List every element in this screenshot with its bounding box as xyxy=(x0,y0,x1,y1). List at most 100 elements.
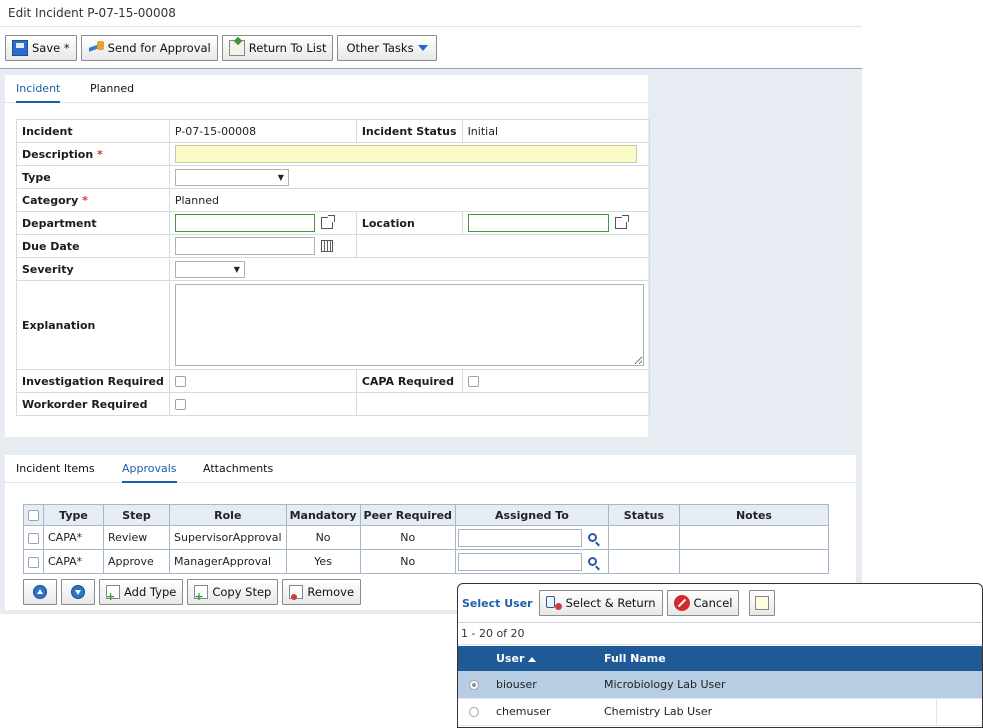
chevron-down-icon xyxy=(417,45,428,51)
return-to-list-button[interactable]: Return To List xyxy=(221,35,334,61)
tab-incident[interactable]: Incident xyxy=(16,82,61,103)
workorder-required-checkbox[interactable] xyxy=(174,399,186,410)
column-header[interactable]: Role xyxy=(169,504,287,526)
arrow-up-icon xyxy=(33,585,47,599)
add-icon xyxy=(106,585,120,603)
select-all-checkbox[interactable] xyxy=(28,510,39,521)
incident-status-value: Initial xyxy=(461,119,650,143)
table-row[interactable]: chemuser Chemistry Lab User xyxy=(458,698,982,726)
column-header[interactable]: Status xyxy=(607,504,680,526)
user-cell: biouser xyxy=(490,671,598,699)
tab-incident-items[interactable]: Incident Items xyxy=(16,462,95,481)
remove-button[interactable]: Remove xyxy=(282,579,362,605)
category-label-text: Category xyxy=(22,193,79,207)
add-type-button[interactable]: Add Type xyxy=(99,579,184,605)
table-row: CAPA* Approve ManagerApproval Yes No xyxy=(23,549,830,574)
save-icon xyxy=(12,40,28,56)
column-header[interactable]: Notes xyxy=(678,504,830,526)
description-label-text: Description xyxy=(22,147,94,161)
note-icon xyxy=(755,596,770,610)
assigned-to-input[interactable] xyxy=(457,528,582,547)
title-divider xyxy=(0,26,862,27)
search-icon[interactable] xyxy=(587,533,597,542)
toolbar: Save * Send for Approval Return To List … xyxy=(5,35,437,61)
return-list-icon xyxy=(228,40,245,56)
user-cell: chemuser xyxy=(490,698,598,726)
column-header[interactable]: Step xyxy=(103,504,170,526)
remove-label: Remove xyxy=(307,585,355,599)
capa-required-checkbox[interactable] xyxy=(467,376,479,387)
description-label: Description * xyxy=(16,142,170,166)
mandatory-cell: No xyxy=(285,525,361,550)
tab-approvals[interactable]: Approvals xyxy=(122,462,177,483)
save-button[interactable]: Save * xyxy=(5,35,77,61)
explanation-label: Explanation xyxy=(16,280,170,370)
severity-select[interactable]: ▼ xyxy=(174,260,245,278)
tab-planned[interactable]: Planned xyxy=(90,82,134,101)
type-cell: CAPA* xyxy=(43,549,104,574)
department-input[interactable] xyxy=(174,214,315,232)
incident-status-label: Incident Status xyxy=(355,119,463,143)
column-header[interactable]: Type xyxy=(43,504,104,526)
column-header[interactable]: Mandatory xyxy=(285,504,361,526)
severity-label: Severity xyxy=(16,257,170,281)
capa-required-label: CAPA Required xyxy=(355,369,463,393)
external-link-icon[interactable] xyxy=(614,215,629,229)
move-down-button[interactable] xyxy=(61,579,95,605)
description-input[interactable] xyxy=(174,145,637,163)
type-cell: CAPA* xyxy=(43,525,104,550)
required-marker: * xyxy=(82,193,88,207)
user-column-header[interactable]: User xyxy=(490,646,598,671)
note-button[interactable] xyxy=(749,590,776,616)
category-value: Planned xyxy=(168,188,650,212)
column-header[interactable]: Assigned To xyxy=(454,504,609,526)
step-cell: Approve xyxy=(103,549,170,574)
column-header[interactable]: Peer Required xyxy=(359,504,456,526)
external-link-icon[interactable] xyxy=(320,215,335,229)
send-for-approval-button[interactable]: Send for Approval xyxy=(80,35,218,61)
category-label: Category * xyxy=(16,188,170,212)
cancel-button[interactable]: Cancel xyxy=(666,590,740,616)
step-cell: Review xyxy=(103,525,170,550)
select-and-return-button[interactable]: Select & Return xyxy=(538,590,663,616)
full-name-column-header[interactable]: Full Name xyxy=(598,646,936,671)
notes-cell[interactable] xyxy=(678,549,830,574)
other-tasks-button[interactable]: Other Tasks xyxy=(337,35,437,61)
select-user-popup: Select User Select & Return Cancel 1 - 2… xyxy=(457,583,983,728)
due-date-input[interactable] xyxy=(174,237,315,255)
record-count: 1 - 20 of 20 xyxy=(461,627,525,640)
row-radio[interactable] xyxy=(469,679,479,690)
send-for-approval-label: Send for Approval xyxy=(107,41,211,55)
row-radio[interactable] xyxy=(469,707,479,717)
role-cell: ManagerApproval xyxy=(169,549,287,574)
type-select[interactable]: ▼ xyxy=(174,168,289,186)
assigned-to-input[interactable] xyxy=(457,552,582,571)
user-table-header: User Full Name xyxy=(458,646,982,671)
row-checkbox[interactable] xyxy=(28,556,39,568)
row-checkbox[interactable] xyxy=(28,532,39,544)
detail-tabs: Incident Items Approvals Attachments xyxy=(5,455,856,483)
required-marker: * xyxy=(97,147,103,161)
workorder-required-label: Workorder Required xyxy=(16,392,170,416)
approvals-header-row: Type Step Role Mandatory Peer Required A… xyxy=(23,504,830,526)
full-name-cell: Microbiology Lab User xyxy=(598,671,936,699)
peer-required-cell: No xyxy=(359,549,456,574)
due-date-label: Due Date xyxy=(16,234,170,258)
tab-attachments[interactable]: Attachments xyxy=(203,462,273,481)
copy-step-button[interactable]: Copy Step xyxy=(187,579,279,605)
notes-cell[interactable] xyxy=(678,525,830,550)
investigation-required-checkbox[interactable] xyxy=(174,376,186,387)
peer-required-cell: No xyxy=(359,525,456,550)
role-cell: SupervisorApproval xyxy=(169,525,287,550)
select-and-return-label: Select & Return xyxy=(565,596,656,610)
table-row[interactable]: biouser Microbiology Lab User xyxy=(458,671,982,699)
page-title: Edit Incident P-07-15-00008 xyxy=(8,6,176,20)
popup-divider xyxy=(458,644,982,645)
calendar-icon[interactable] xyxy=(320,240,333,252)
cancel-label: Cancel xyxy=(693,596,733,610)
move-up-button[interactable] xyxy=(23,579,57,605)
explanation-textarea[interactable] xyxy=(174,284,644,366)
select-return-icon xyxy=(545,596,562,610)
location-input[interactable] xyxy=(467,214,609,232)
search-icon[interactable] xyxy=(587,557,597,566)
